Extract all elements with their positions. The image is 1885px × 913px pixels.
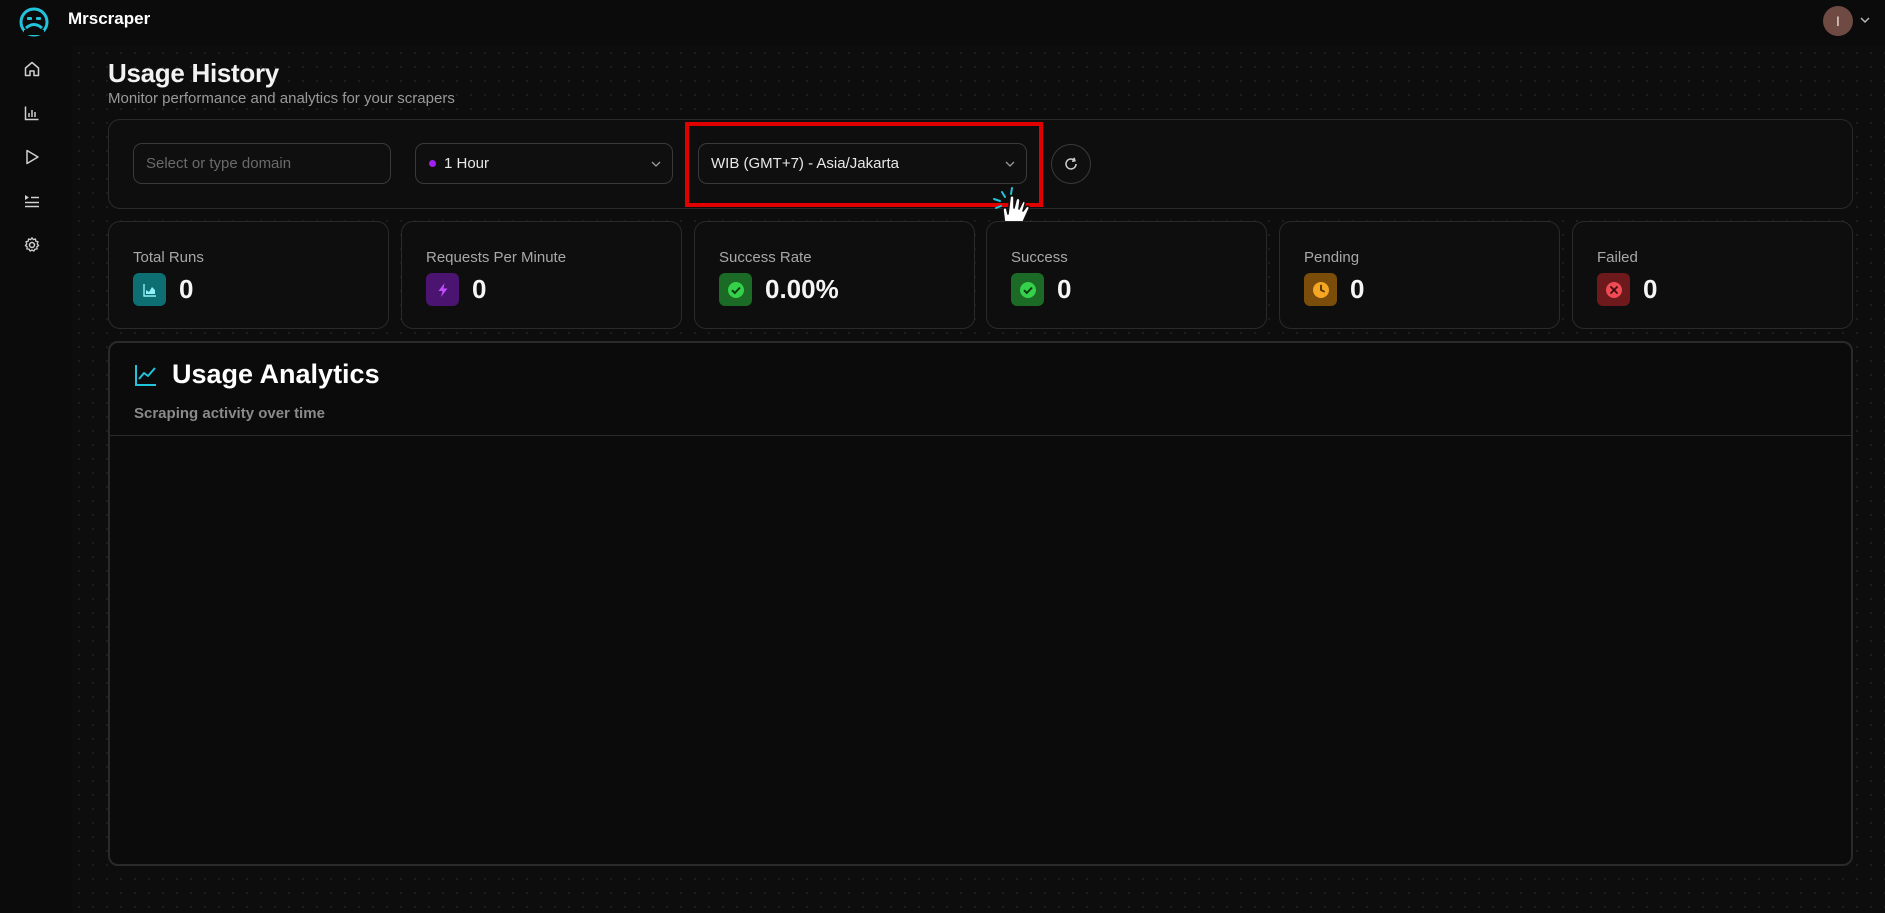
line-chart-icon (135, 365, 156, 386)
sidebar-item-queue[interactable] (20, 189, 44, 213)
time-range-value: 1 Hour (444, 155, 490, 172)
mrscraper-logo-icon[interactable] (18, 6, 50, 38)
stat-label: Total Runs (133, 249, 204, 266)
stat-card-success: Success 0 (986, 221, 1267, 329)
stat-card-requests-per-minute: Requests Per Minute 0 (401, 221, 682, 329)
stat-card-total-runs: Total Runs 0 (108, 221, 389, 329)
analytics-title: Usage Analytics (172, 359, 380, 389)
usage-analytics-panel: Usage Analytics Scraping activity over t… (108, 341, 1853, 866)
app-name: Mrscraper (68, 9, 151, 28)
check-circle-icon (719, 273, 752, 306)
stat-value: 0 (1057, 274, 1072, 304)
check-circle-icon (1011, 273, 1044, 306)
stat-card-success-rate: Success Rate 0.00% (694, 221, 975, 329)
chart-area (110, 436, 1851, 864)
stat-value: 0 (1350, 274, 1365, 304)
chevron-down-icon[interactable] (1859, 14, 1871, 26)
stat-value: 0 (1643, 274, 1658, 304)
area-chart-icon (133, 273, 166, 306)
time-range-dot-icon (429, 160, 436, 167)
stat-value: 0 (179, 274, 194, 304)
stat-label: Failed (1597, 249, 1638, 266)
lightning-icon (426, 273, 459, 306)
clock-icon (1304, 273, 1337, 306)
stat-label: Success Rate (719, 249, 812, 266)
top-bar: Mrscraper I (0, 0, 1885, 46)
sidebar (0, 46, 72, 913)
sidebar-item-home[interactable] (20, 57, 44, 81)
refresh-icon (1065, 157, 1077, 170)
avatar[interactable]: I (1823, 6, 1853, 36)
domain-input-placeholder: Select or type domain (146, 155, 292, 172)
stat-card-failed: Failed 0 (1572, 221, 1853, 329)
play-icon (26, 149, 39, 165)
stat-value: 0 (472, 274, 487, 304)
sidebar-item-run[interactable] (20, 145, 44, 169)
time-range-select[interactable]: 1 Hour (415, 143, 673, 184)
avatar-initial: I (1836, 13, 1840, 29)
stat-card-pending: Pending 0 (1279, 221, 1560, 329)
gear-icon (24, 237, 40, 252)
refresh-button[interactable] (1051, 144, 1091, 184)
page-title: Usage History (108, 58, 279, 88)
analytics-subtitle: Scraping activity over time (134, 405, 325, 422)
home-icon (24, 61, 40, 77)
domain-input[interactable]: Select or type domain (133, 143, 391, 184)
stat-label: Success (1011, 249, 1068, 266)
sidebar-item-settings[interactable] (20, 233, 44, 257)
bar-chart-icon (24, 106, 39, 121)
stat-label: Pending (1304, 249, 1360, 266)
x-circle-icon (1597, 273, 1630, 306)
chevron-down-icon (651, 161, 661, 167)
list-icon (25, 195, 39, 208)
stat-value: 0.00% (765, 274, 839, 304)
sidebar-item-usage[interactable] (20, 101, 44, 125)
stat-label: Requests Per Minute (426, 249, 567, 266)
page-subtitle: Monitor performance and analytics for yo… (108, 90, 455, 107)
